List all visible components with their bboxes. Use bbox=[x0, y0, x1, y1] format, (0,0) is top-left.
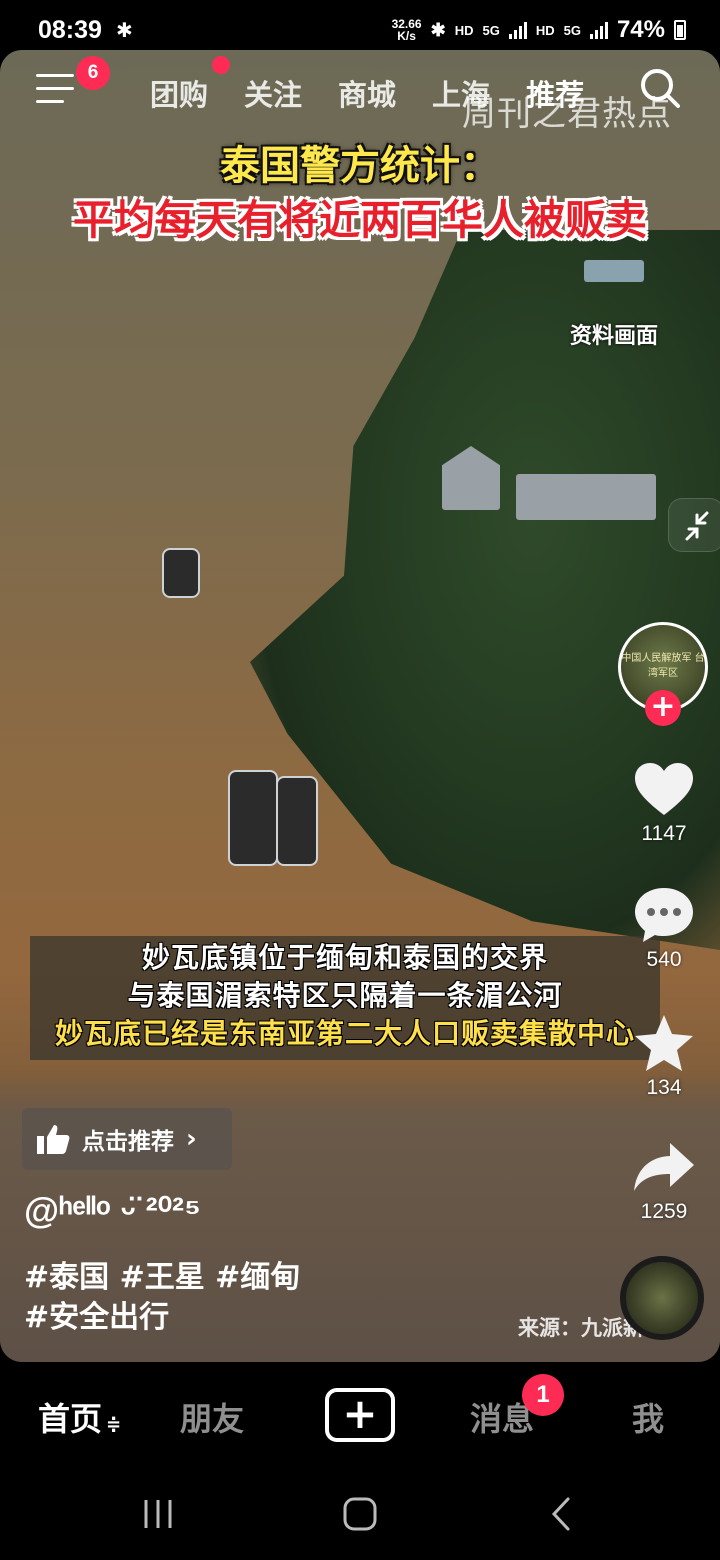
menu-badge: 6 bbox=[76, 56, 110, 90]
collapse-button[interactable] bbox=[668, 498, 720, 552]
hd-label-2: HD bbox=[535, 22, 555, 38]
hd-label-1: HD bbox=[454, 22, 474, 38]
subtitle-line-1: 妙瓦底镇位于缅甸和泰国的交界 bbox=[141, 941, 548, 974]
favorite-count: 134 bbox=[646, 1076, 682, 1099]
collapse-icon bbox=[685, 511, 709, 541]
bluetooth-icon: ✱ bbox=[116, 18, 133, 42]
follow-button[interactable]: + bbox=[645, 690, 681, 726]
thumbs-up-icon bbox=[37, 1125, 70, 1154]
create-post-button[interactable]: + bbox=[325, 1388, 395, 1442]
tab-home-label: 首页 bbox=[38, 1400, 103, 1438]
video-headline-2: 平均每天有将近两百华人被贩卖 bbox=[73, 196, 647, 244]
video-house-roof bbox=[584, 260, 644, 282]
comment-icon bbox=[635, 888, 693, 942]
comment-action[interactable]: 540 bbox=[624, 882, 704, 972]
signal-icon-1 bbox=[508, 21, 527, 39]
comment-count: 540 bbox=[646, 948, 682, 971]
channel-watermark: 周刊之君热点 bbox=[462, 94, 672, 134]
bottom-tab-bar: 首页 ≑ 朋友 + 消息 1 我 bbox=[0, 1362, 720, 1472]
signal-icon-2 bbox=[589, 21, 608, 39]
group-buy-dot bbox=[212, 56, 230, 74]
share-icon bbox=[634, 1143, 694, 1191]
status-time: 08:39 bbox=[38, 16, 102, 44]
tab-home[interactable]: 首页 ≑ bbox=[38, 1394, 121, 1440]
network-speed-unit: K/s bbox=[397, 29, 416, 43]
messages-badge: 1 bbox=[522, 1374, 564, 1416]
bluetooth-status-icon: ✱ bbox=[430, 19, 446, 40]
like-count: 1147 bbox=[641, 822, 687, 845]
share-action[interactable]: 1259 bbox=[624, 1134, 704, 1224]
tab-mall[interactable]: 商城 bbox=[338, 72, 396, 114]
author-name[interactable]: @ʰᵉˡˡᵒ ᵕ̈ ²⁰²⁵ bbox=[24, 1190, 201, 1232]
video-boat bbox=[162, 548, 200, 598]
reference-footage-label: 资料画面 bbox=[570, 324, 659, 349]
tab-friends[interactable]: 朋友 bbox=[180, 1394, 244, 1440]
network-label-1: 5G bbox=[482, 22, 500, 38]
subtitle-line-3: 妙瓦底已经是东南亚第二大人口贩卖集散中心 bbox=[54, 1017, 635, 1050]
like-action[interactable]: 1147 bbox=[624, 756, 704, 846]
video-house-roof bbox=[516, 474, 656, 520]
home-icon[interactable] bbox=[330, 1494, 390, 1534]
status-right: 32.66 K/s ✱ HD 5G HD 5G 74% bbox=[392, 16, 686, 44]
chevron-right-icon: › bbox=[186, 1124, 197, 1154]
star-icon bbox=[635, 1015, 693, 1071]
hashtags-line-2[interactable]: #安全出行 bbox=[24, 1298, 444, 1338]
recommend-label: 点击推荐 bbox=[82, 1129, 174, 1155]
recommend-button[interactable]: 点击推荐 › bbox=[22, 1108, 232, 1170]
system-navigation bbox=[0, 1472, 720, 1560]
back-icon[interactable] bbox=[532, 1494, 592, 1534]
video-boat bbox=[228, 770, 278, 866]
recent-apps-icon[interactable] bbox=[128, 1494, 188, 1534]
tab-group-buy[interactable]: 团购 bbox=[150, 72, 208, 114]
refresh-icon: ≑ bbox=[106, 1414, 122, 1435]
video-headline-1: 泰国警方统计： bbox=[220, 143, 500, 189]
hashtags-line-1[interactable]: #泰国 #王星 #缅甸 bbox=[24, 1258, 444, 1298]
video-boat bbox=[276, 776, 318, 866]
menu-icon[interactable] bbox=[36, 74, 74, 104]
heart-icon bbox=[635, 763, 693, 815]
network-speed: 32.66 K/s bbox=[392, 18, 422, 42]
battery-icon bbox=[674, 20, 686, 40]
favorite-action[interactable]: 134 bbox=[624, 1010, 704, 1100]
battery-percent: 74% bbox=[616, 16, 665, 43]
subtitle-line-2: 与泰国湄索特区只隔着一条湄公河 bbox=[127, 979, 563, 1012]
post-hashtags: #泰国 #王星 #缅甸 #安全出行 bbox=[24, 1258, 444, 1338]
network-label-2: 5G bbox=[563, 22, 581, 38]
tab-me[interactable]: 我 bbox=[632, 1394, 664, 1440]
tab-following[interactable]: 关注 bbox=[244, 72, 302, 114]
share-count: 1259 bbox=[640, 1200, 688, 1223]
avatar-badge-text: 中国人民解放军 台湾军区 bbox=[621, 653, 705, 679]
status-bar: 08:39 ✱ 32.66 K/s ✱ HD 5G HD 5G 74% bbox=[0, 0, 720, 56]
music-disc[interactable] bbox=[620, 1256, 704, 1340]
